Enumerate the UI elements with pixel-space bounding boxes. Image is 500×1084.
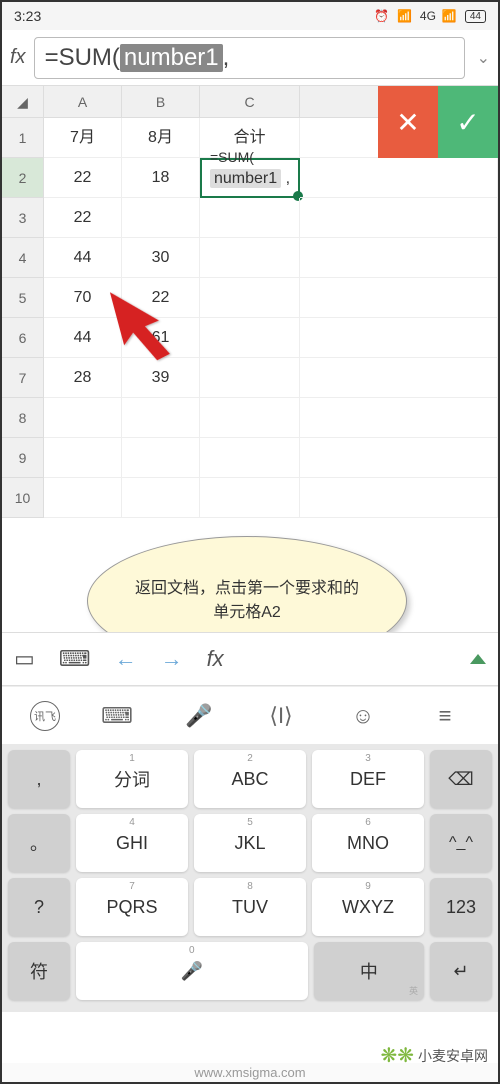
cell-b4[interactable]: 30 <box>122 238 200 278</box>
cell-c7[interactable] <box>200 358 300 398</box>
cell-blank[interactable] <box>300 198 498 238</box>
key-lang[interactable]: 中英 <box>314 942 424 1000</box>
key-3[interactable]: 3DEF <box>312 750 424 808</box>
cell-a3[interactable]: 22 <box>44 198 122 238</box>
key-1[interactable]: 1分词 <box>76 750 188 808</box>
cell-blank[interactable] <box>300 318 498 358</box>
cell-blank[interactable] <box>300 158 498 198</box>
cell-a2[interactable]: 22 <box>44 158 122 198</box>
status-icons: ⏰ 📶 4G 📶 44 <box>374 9 486 23</box>
key-5[interactable]: 5JKL <box>194 814 306 872</box>
cell-a1[interactable]: 7月 <box>44 118 122 158</box>
cell-b7[interactable]: 39 <box>122 358 200 398</box>
key-enter[interactable]: ↵ <box>430 942 492 1000</box>
col-header-a[interactable]: A <box>44 86 122 118</box>
battery-level: 44 <box>465 10 486 23</box>
signal-icon: 📶 <box>442 9 459 23</box>
key-123[interactable]: 123 <box>430 878 492 936</box>
fx-label: fx <box>10 46 26 69</box>
status-bar: 3:23 ⏰ 📶 4G 📶 44 <box>2 2 498 30</box>
emoji-icon[interactable]: ☺ <box>338 703 388 729</box>
back-arrow-icon[interactable]: ← <box>115 646 137 672</box>
key-period[interactable]: 。 <box>8 814 70 872</box>
clock: 3:23 <box>14 8 41 24</box>
keyboard: , 1分词 2ABC 3DEF ⌫ 。 4GHI 5JKL 6MNO ^_^ ?… <box>2 744 498 1012</box>
formula-bar: fx =SUM( number1 , ⌄ <box>2 30 498 86</box>
key-backspace[interactable]: ⌫ <box>430 750 492 808</box>
cell-b5[interactable]: 22 <box>122 278 200 318</box>
formula-prefix: =SUM( <box>45 44 120 72</box>
key-4[interactable]: 4GHI <box>76 814 188 872</box>
formula-arg: number1 <box>120 44 223 72</box>
cell-b1[interactable]: 8月 <box>122 118 200 158</box>
cell-a5[interactable]: 70 <box>44 278 122 318</box>
row-header[interactable]: 8 <box>2 398 44 438</box>
key-comma[interactable]: , <box>8 750 70 808</box>
alarm-icon: ⏰ <box>374 9 391 23</box>
row-header[interactable]: 10 <box>2 478 44 518</box>
wifi-icon: 📶 <box>397 9 414 23</box>
cell-c4[interactable] <box>200 238 300 278</box>
key-2[interactable]: 2ABC <box>194 750 306 808</box>
row-header[interactable]: 1 <box>2 118 44 158</box>
formula-suffix: , <box>223 44 230 72</box>
cell-c2-selected[interactable]: =SUM( number1 , <box>200 158 300 198</box>
cell-a4[interactable]: 44 <box>44 238 122 278</box>
row-header[interactable]: 3 <box>2 198 44 238</box>
cell-blank[interactable] <box>300 358 498 398</box>
edit-toolbar: ▭ ⌨ ← → fx <box>2 632 498 686</box>
watermark-url: www.xmsigma.com <box>2 1063 498 1082</box>
row-header[interactable]: 9 <box>2 438 44 478</box>
screen-icon[interactable]: ▭ <box>14 646 35 672</box>
row-header[interactable]: 5 <box>2 278 44 318</box>
cell-c3[interactable] <box>200 198 300 238</box>
key-7[interactable]: 7PQRS <box>76 878 188 936</box>
cell-a6[interactable]: 44 <box>44 318 122 358</box>
annotation-text: 返回文档，点击第一个要求和的单元格A2 <box>128 577 366 625</box>
key-symbols[interactable]: 符 <box>8 942 70 1000</box>
fx-button[interactable]: fx <box>207 646 224 672</box>
cursor-icon[interactable]: ⟨I⟩ <box>256 703 306 729</box>
action-buttons: ✕ ✓ <box>378 86 498 158</box>
key-emoji[interactable]: ^_^ <box>430 814 492 872</box>
row-header[interactable]: 2 <box>2 158 44 198</box>
keyboard-icon[interactable]: ⌨ <box>92 703 142 729</box>
col-header-b[interactable]: B <box>122 86 200 118</box>
row-header[interactable]: 6 <box>2 318 44 358</box>
confirm-button[interactable]: ✓ <box>438 86 498 158</box>
key-mic[interactable]: 0🎤 <box>76 942 308 1000</box>
cell-blank[interactable] <box>300 278 498 318</box>
cell-c5[interactable] <box>200 278 300 318</box>
row-header[interactable]: 4 <box>2 238 44 278</box>
corner-cell[interactable]: ◢ <box>2 86 44 118</box>
key-question[interactable]: ? <box>8 878 70 936</box>
mic-icon[interactable]: 🎤 <box>174 703 224 729</box>
cell[interactable] <box>44 398 122 438</box>
cell-b6[interactable]: 61 <box>122 318 200 358</box>
row-header[interactable]: 7 <box>2 358 44 398</box>
cell-b3[interactable] <box>122 198 200 238</box>
key-6[interactable]: 6MNO <box>312 814 424 872</box>
cancel-button[interactable]: ✕ <box>378 86 438 158</box>
cell-c6[interactable] <box>200 318 300 358</box>
network-label: 4G <box>420 9 436 23</box>
spreadsheet: ◢ A B C 1 7月 8月 合计 2 22 18 =SUM( number1… <box>2 86 498 518</box>
key-9[interactable]: 9WXYZ <box>312 878 424 936</box>
menu-icon[interactable]: ≡ <box>420 703 470 729</box>
col-header-c[interactable]: C <box>200 86 300 118</box>
cell-a7[interactable]: 28 <box>44 358 122 398</box>
cell-b2[interactable]: 18 <box>122 158 200 198</box>
key-8[interactable]: 8TUV <box>194 878 306 936</box>
collapse-icon[interactable] <box>470 654 486 664</box>
iflytek-icon[interactable]: 讯飞 <box>30 701 60 731</box>
formula-overlay: =SUM( <box>210 140 254 174</box>
numpad-icon[interactable]: ⌨ <box>59 646 91 672</box>
forward-arrow-icon[interactable]: → <box>161 646 183 672</box>
formula-input[interactable]: =SUM( number1 , <box>34 37 465 79</box>
cell-blank[interactable] <box>300 238 498 278</box>
chevron-down-icon[interactable]: ⌄ <box>477 48 490 68</box>
ime-toolbar: 讯飞 ⌨ 🎤 ⟨I⟩ ☺ ≡ <box>2 686 498 744</box>
